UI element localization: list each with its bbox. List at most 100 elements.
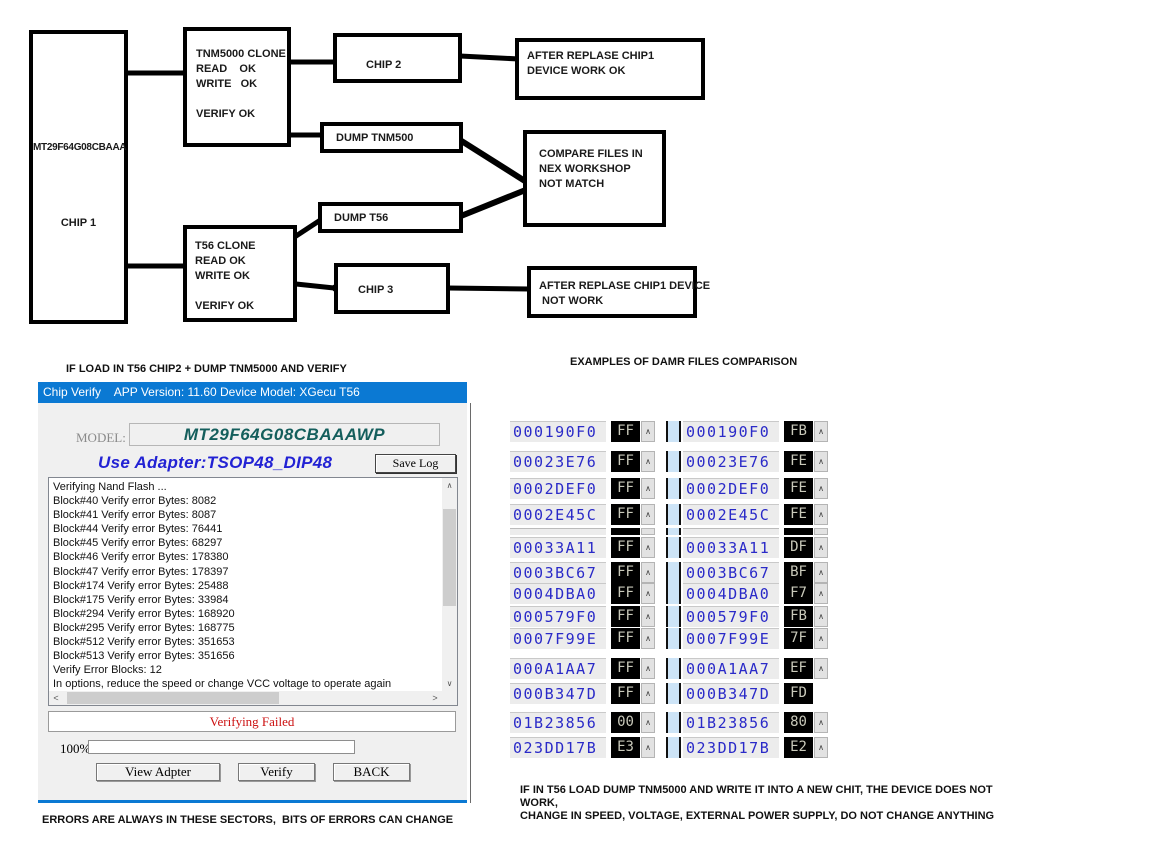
spin-up-icon[interactable]: ∧ [814, 562, 828, 583]
hex-right-pane: 0002E45CFE∧ [683, 504, 828, 525]
horizontal-scroll-thumb[interactable] [67, 692, 279, 704]
scroll-right-icon[interactable]: > [428, 693, 442, 703]
hex-right-pane: 0004DBA0F7∧ [683, 583, 828, 604]
spin-up-icon[interactable]: ∧ [641, 504, 655, 525]
scroll-up-icon[interactable]: ∧ [442, 478, 457, 493]
spin-up-icon[interactable]: ∧ [641, 712, 655, 733]
spin-up-icon[interactable]: ∧ [641, 606, 655, 627]
spin-up-icon[interactable]: ∧ [814, 583, 828, 604]
hex-value-dump: F7 [784, 583, 813, 604]
hex-right-pane: 023DD17BE2∧ [683, 737, 828, 758]
hex-address: 000579F0 [683, 606, 779, 627]
spin-up-icon[interactable]: ∧ [814, 737, 828, 758]
pane-divider [666, 583, 681, 604]
vertical-scroll-thumb[interactable] [443, 509, 456, 606]
caption-if-load-t56: IF LOAD IN T56 CHIP2 + DUMP TNM5000 AND … [66, 363, 347, 375]
log-line: Verify Error Blocks: 12 [53, 663, 442, 677]
hex-value-dump: FD [784, 683, 813, 704]
spin-up-icon[interactable]: ∧ [641, 451, 655, 472]
pane-divider [666, 537, 681, 558]
hex-address: 00023E76 [683, 451, 779, 472]
spin-up-icon[interactable]: ∧ [814, 712, 828, 733]
spin-up-icon[interactable]: ∧ [641, 478, 655, 499]
log-line: Block#41 Verify error Bytes: 8087 [53, 508, 442, 522]
verify-log-area[interactable]: Verifying Nand Flash ...Block#40 Verify … [48, 477, 458, 706]
flowchart-box-dump-t56: DUMP T56 [318, 202, 463, 233]
hex-value-original: FF [611, 504, 640, 525]
verify-button[interactable]: Verify [238, 763, 315, 781]
pane-divider [666, 478, 681, 499]
hex-address: 0002E45C [683, 504, 779, 525]
hex-value-dump: FB [784, 606, 813, 627]
spin-up-icon[interactable]: ∧ [814, 478, 828, 499]
flowchart-box-tnm5000-clone: TNM5000 CLONE READ OK WRITE OK VERIFY OK [183, 27, 291, 147]
hex-address: 000A1AA7 [683, 658, 779, 679]
log-line: In options, reduce the speed or change V… [53, 677, 442, 691]
back-button[interactable]: BACK [333, 763, 410, 781]
hex-value-dump: 7F [784, 628, 813, 649]
hex-value-original: E3 [611, 737, 640, 758]
hex-left-pane: 0003BC67FF∧ [510, 562, 655, 583]
hex-left-pane: 00023E76FF∧ [510, 451, 655, 472]
hex-right-pane: 00033A11DF∧ [683, 537, 828, 558]
hex-value-dump: BF [784, 562, 813, 583]
caption-examples-comparison: EXAMPLES OF DAMR FILES COMPARISON [570, 356, 797, 368]
hex-value-dump: E2 [784, 737, 813, 758]
scroll-left-icon[interactable]: < [49, 693, 63, 703]
spin-up-icon[interactable]: ∧ [641, 537, 655, 558]
spin-up-icon[interactable]: ∧ [814, 628, 828, 649]
scroll-down-icon[interactable]: ∨ [442, 676, 457, 691]
screenshot-root: { "flowchart": { "chip1": { "line1": "MT… [0, 0, 1152, 856]
pane-divider [666, 606, 681, 627]
hex-value-original: FF [611, 421, 640, 442]
hex-value-original: FF [611, 478, 640, 499]
spin-up-icon[interactable]: ∧ [641, 562, 655, 583]
hex-compare-row: 00023E76FF∧ 00023E76FE∧ [510, 451, 828, 472]
log-line: Verifying Nand Flash ... [53, 480, 442, 494]
log-line: Block#513 Verify error Bytes: 351656 [53, 649, 442, 663]
flowchart-box-compare-files: COMPARE FILES IN NEX WORKSHOP NOT MATCH [523, 130, 666, 227]
hex-left-pane: 0007F99EFF∧ [510, 628, 655, 649]
hex-left-pane: 023DD17BE3∧ [510, 737, 655, 758]
hex-address: 0004DBA0 [683, 583, 779, 604]
flowchart-box-chip3: CHIP 3 [334, 263, 450, 314]
spin-up-icon[interactable]: ∧ [641, 683, 655, 704]
dialog-bottom-edge [38, 800, 467, 803]
hex-value-original: FF [611, 583, 640, 604]
spin-up-icon[interactable]: ∧ [814, 504, 828, 525]
hex-value-original: FF [611, 537, 640, 558]
pane-divider [666, 421, 681, 442]
pane-divider [666, 712, 681, 733]
spin-up-icon[interactable]: ∧ [641, 628, 655, 649]
pane-divider [666, 528, 681, 535]
spin-up-icon[interactable]: ∧ [814, 537, 828, 558]
spin-up-icon[interactable]: ∧ [814, 606, 828, 627]
view-adapter-button[interactable]: View Adpter [96, 763, 220, 781]
hex-left-pane: 000190F0FF∧ [510, 421, 655, 442]
hex-address: 00033A11 [683, 537, 779, 558]
caption-errors-sectors: ERRORS ARE ALWAYS IN THESE SECTORS, BITS… [42, 814, 453, 826]
progress-percent-label: 100% [60, 741, 90, 757]
spin-up-icon[interactable]: ∧ [814, 451, 828, 472]
save-log-button[interactable]: Save Log [375, 454, 456, 473]
spin-up-icon[interactable]: ∧ [641, 658, 655, 679]
model-field: MT29F64G08CBAAAWP [129, 423, 440, 446]
hex-compare-row: 01B2385600∧ 01B2385680∧ [510, 712, 828, 733]
hex-compare-row: 000579F0FF∧ 000579F0FB∧ [510, 606, 828, 627]
spin-up-icon[interactable]: ∧ [641, 421, 655, 442]
hex-value-original: FF [611, 628, 640, 649]
spin-up-icon[interactable]: ∧ [814, 421, 828, 442]
spin-up-icon[interactable]: ∧ [814, 658, 828, 679]
spin-up-icon[interactable]: ∧ [641, 737, 655, 758]
spin-up-icon[interactable]: ∧ [641, 583, 655, 604]
hex-right-pane: 0003BC67BF∧ [683, 562, 828, 583]
caption-bottom-right-note: IF IN T56 LOAD DUMP TNM5000 AND WRITE IT… [520, 784, 994, 823]
hex-address: 00033A11 [510, 537, 606, 558]
hex-address: 0002E45C [510, 504, 606, 525]
flowchart-box-device-not-work: AFTER REPLASE CHIP1 DEVICE NOT WORK [527, 266, 697, 318]
vertical-scrollbar[interactable]: ∧ ∨ [442, 478, 457, 691]
hex-right-pane: 0002DEF0FE∧ [683, 478, 828, 499]
horizontal-scrollbar[interactable]: < > [49, 691, 442, 705]
hex-left-pane: 01B2385600∧ [510, 712, 655, 733]
hex-value-dump: EF [784, 658, 813, 679]
